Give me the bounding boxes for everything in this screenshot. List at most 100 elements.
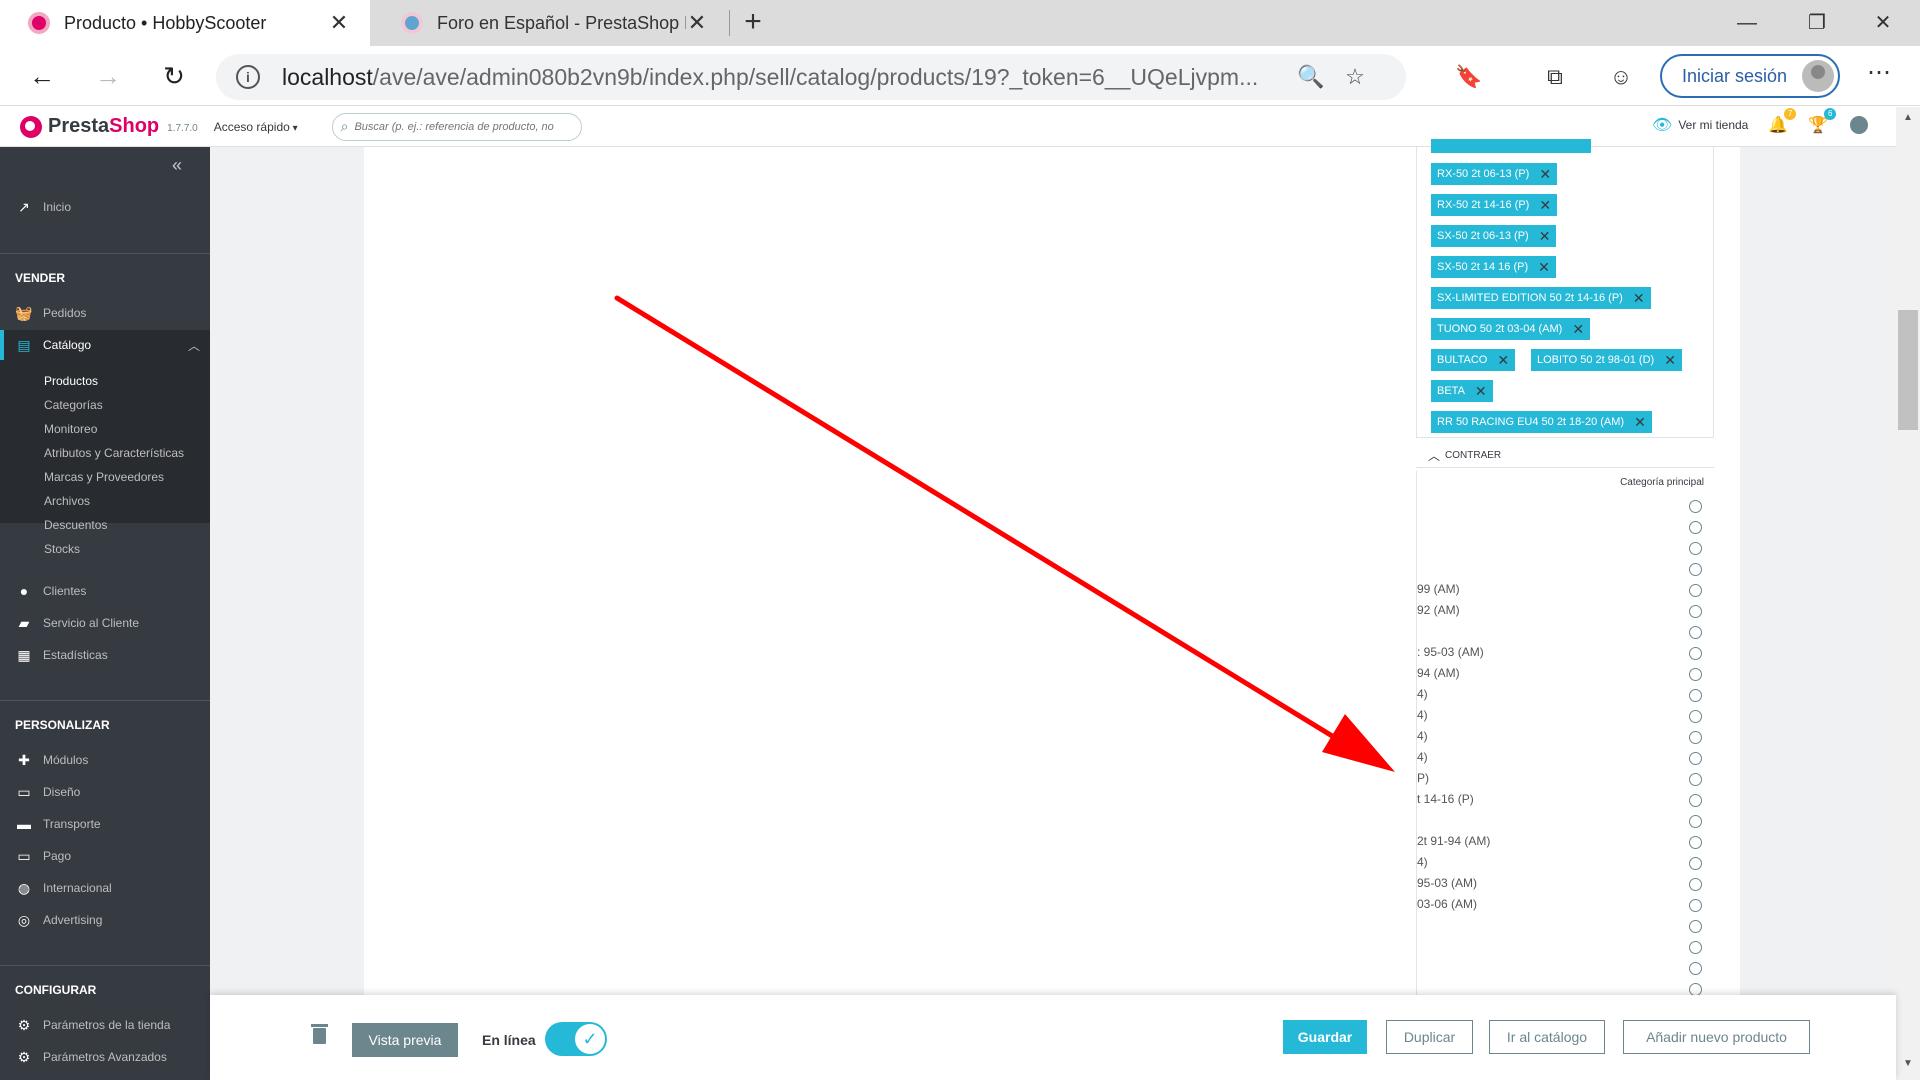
sidebar-item-orders[interactable]: 🧺 Pedidos [0,298,210,328]
minimize-button[interactable]: — [1724,6,1770,40]
category-tree-label[interactable]: 2t 91-94 (AM) [1417,834,1490,848]
url-text[interactable]: localhost/ave/ave/admin080b2vn9b/index.p… [282,64,1282,91]
category-tree-label[interactable]: 4) [1417,750,1428,764]
site-info-icon[interactable]: i [236,65,260,89]
tab-foro[interactable]: Foro en Español - PrestaShop Fo ✕ [373,0,728,46]
main-category-radio[interactable] [1689,626,1702,639]
zoom-icon[interactable]: 🔍 [1296,64,1326,90]
ps-search-box[interactable]: ⌕ [331,112,582,141]
main-category-radio[interactable] [1689,584,1702,597]
sidebar-item-catalog[interactable]: ▤ Catálogo ︿ [0,330,210,360]
submenu-products[interactable]: Productos [44,374,98,388]
remove-tag-icon[interactable]: ✕ [1664,353,1676,367]
main-category-radio[interactable] [1689,500,1702,513]
reload-button[interactable]: ↻ [156,58,192,94]
sidebar-item-customer-service[interactable]: ▰ Servicio al Cliente [0,608,210,638]
collapse-sidebar-icon[interactable]: « [172,155,182,176]
collections-icon[interactable]: ⧉ [1538,60,1572,94]
feedback-icon[interactable]: ☺ [1604,60,1638,94]
main-category-radio[interactable] [1689,647,1702,660]
main-category-radio[interactable] [1689,668,1702,681]
main-category-radio[interactable] [1689,563,1702,576]
remove-tag-icon[interactable]: ✕ [1497,353,1509,367]
main-category-radio[interactable] [1689,857,1702,870]
category-tree-label[interactable]: 03-06 (AM) [1417,897,1477,911]
sidebar-item-design[interactable]: ▭ Diseño [0,777,210,807]
main-category-radio[interactable] [1689,689,1702,702]
remove-tag-icon[interactable]: ✕ [1539,229,1551,243]
scroll-down-arrow-icon[interactable]: ▼ [1903,1058,1913,1069]
category-tree-label[interactable]: t 14-16 (P) [1417,792,1474,806]
submenu-discounts[interactable]: Descuentos [44,518,107,532]
view-shop-link[interactable]: Ver mi tienda [1678,118,1748,132]
preview-button[interactable]: Vista previa [352,1023,458,1057]
prestashop-logo-icon[interactable] [20,115,42,138]
sidebar-item-payment[interactable]: ▭ Pago [0,841,210,871]
forward-button[interactable]: → [90,58,126,94]
go-to-catalog-button[interactable]: Ir al catálogo [1489,1020,1605,1054]
more-menu-icon[interactable]: ⋯ [1862,60,1896,94]
back-button[interactable]: ← [24,58,60,94]
orders-trophy-icon[interactable]: 🏆 6 [1808,108,1837,135]
main-category-radio[interactable] [1689,605,1702,618]
online-toggle[interactable]: ✓ [545,1022,607,1056]
tab-close-icon[interactable]: ✕ [328,10,350,36]
remove-tag-icon[interactable]: ✕ [1633,291,1645,305]
sidebar-item-modules[interactable]: ✚ Módulos [0,745,210,775]
remove-tag-icon[interactable]: ✕ [1538,260,1550,274]
save-button[interactable]: Guardar [1283,1020,1367,1054]
sidebar-item-customers[interactable]: ● Clientes [0,576,210,606]
page-scrollbar[interactable] [1896,107,1920,1080]
main-category-radio[interactable] [1689,752,1702,765]
main-category-radio[interactable] [1689,794,1702,807]
main-category-radio[interactable] [1689,815,1702,828]
remove-tag-icon[interactable]: ✕ [1572,322,1584,336]
main-category-radio[interactable] [1689,962,1702,975]
scroll-up-arrow-icon[interactable]: ▲ [1903,112,1913,123]
new-tab-button[interactable]: + [738,6,768,40]
add-new-product-button[interactable]: Añadir nuevo producto [1623,1020,1810,1054]
main-category-radio[interactable] [1689,878,1702,891]
sidebar-item-stats[interactable]: ▦ Estadísticas [0,640,210,670]
main-category-radio[interactable] [1689,899,1702,912]
category-tree-label[interactable]: 4) [1417,687,1428,701]
quick-access-dropdown[interactable]: Acceso rápido [214,120,298,134]
category-tree-label[interactable]: P) [1417,771,1429,785]
remove-tag-icon[interactable]: ✕ [1539,198,1551,212]
category-tree-label[interactable]: 4) [1417,729,1428,743]
main-category-radio[interactable] [1689,731,1702,744]
sidebar-item-home[interactable]: ↗ Inicio [0,192,210,222]
category-tree-label[interactable]: 95-03 (AM) [1417,876,1477,890]
main-category-radio[interactable] [1689,710,1702,723]
category-tree-label[interactable]: 4) [1417,708,1428,722]
favorite-star-icon[interactable]: ☆ [1340,64,1370,90]
category-tree-label[interactable]: 4) [1417,855,1428,869]
submenu-files[interactable]: Archivos [44,494,90,508]
category-tree-label[interactable]: 92 (AM) [1417,603,1460,617]
remove-tag-icon[interactable]: ✕ [1634,415,1646,429]
sidebar-item-shipping[interactable]: ▬ Transporte [0,809,210,839]
main-category-radio[interactable] [1689,941,1702,954]
main-category-radio[interactable] [1689,836,1702,849]
main-category-radio[interactable] [1689,521,1702,534]
collapse-categories-button[interactable]: ︿ CONTRAER [1428,447,1501,464]
sidebar-item-shop-params[interactable]: ⚙ Parámetros de la tienda [0,1010,210,1040]
submenu-monitoring[interactable]: Monitoreo [44,422,97,436]
close-window-button[interactable]: ✕ [1860,6,1906,40]
remove-tag-icon[interactable]: ✕ [1539,167,1551,181]
trash-icon[interactable] [311,1024,328,1044]
main-category-radio[interactable] [1689,920,1702,933]
category-tree-label[interactable]: 99 (AM) [1417,582,1460,596]
tab-close-icon[interactable]: ✕ [686,10,708,36]
scrollbar-thumb[interactable] [1898,310,1918,430]
main-category-radio[interactable] [1689,773,1702,786]
submenu-categories[interactable]: Categorías [44,398,103,412]
submenu-brands[interactable]: Marcas y Proveedores [44,470,164,484]
sidebar-item-international[interactable]: ◍ Internacional [0,873,210,903]
notifications-bell-icon[interactable]: 🔔 7 [1768,108,1797,135]
ps-search-input[interactable] [354,120,565,133]
remove-tag-icon[interactable]: ✕ [1475,384,1487,398]
duplicate-button[interactable]: Duplicar [1386,1020,1473,1054]
address-bar[interactable]: i localhost/ave/ave/admin080b2vn9b/index… [216,54,1406,100]
category-tree-label[interactable]: 94 (AM) [1417,666,1460,680]
